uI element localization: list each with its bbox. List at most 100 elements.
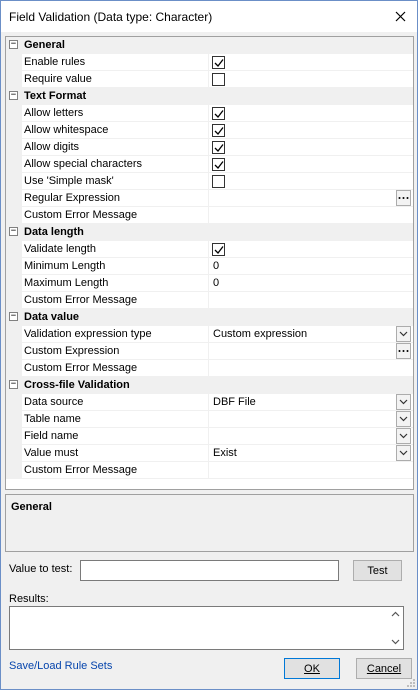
ok-button[interactable]: OK [284, 658, 340, 679]
category-row[interactable]: − General [6, 37, 413, 54]
property-row[interactable]: Custom Expression [6, 343, 413, 360]
property-row[interactable]: Allow letters [6, 105, 413, 122]
property-value-cell[interactable] [208, 71, 413, 88]
chevron-down-icon [399, 399, 408, 405]
dropdown-button[interactable] [396, 326, 411, 342]
property-value-cell[interactable] [208, 411, 413, 428]
close-button[interactable] [383, 1, 417, 32]
chevron-down-icon [399, 331, 408, 337]
row-gutter [6, 139, 22, 156]
property-row[interactable]: Validate length [6, 241, 413, 258]
property-checkbox[interactable] [212, 158, 225, 171]
property-value-cell[interactable] [208, 54, 413, 71]
ellipsis-button[interactable] [396, 190, 411, 206]
property-value-cell[interactable] [208, 190, 413, 207]
property-value-cell[interactable] [208, 462, 413, 479]
property-row[interactable]: Table name [6, 411, 413, 428]
property-row[interactable]: Regular Expression [6, 190, 413, 207]
ok-label: OK [304, 662, 320, 675]
value-to-test-input[interactable] [80, 560, 339, 581]
property-value-cell[interactable] [208, 428, 413, 445]
property-value-cell[interactable] [208, 156, 413, 173]
chevron-down-icon [391, 639, 400, 645]
test-button[interactable]: Test [353, 560, 402, 581]
property-row[interactable]: Custom Error Message [6, 207, 413, 224]
property-row[interactable]: Enable rules [6, 54, 413, 71]
property-row[interactable]: Allow whitespace [6, 122, 413, 139]
property-value-cell[interactable]: DBF File [208, 394, 413, 411]
property-grid[interactable]: − General Enable rules Require value − Text F… [5, 36, 414, 490]
property-row[interactable]: Use 'Simple mask' [6, 173, 413, 190]
property-row[interactable]: Custom Error Message [6, 360, 413, 377]
save-load-rule-sets-link[interactable]: Save/Load Rule Sets [9, 660, 112, 672]
property-row[interactable]: Custom Error Message [6, 462, 413, 479]
property-checkbox[interactable] [212, 107, 225, 120]
property-row[interactable]: Require value [6, 71, 413, 88]
row-gutter [6, 394, 22, 411]
collapse-icon[interactable]: − [9, 227, 18, 236]
collapse-icon[interactable]: − [9, 312, 18, 321]
property-value-cell[interactable] [208, 292, 413, 309]
dropdown-button[interactable] [396, 411, 411, 427]
scroll-up-button[interactable] [390, 609, 401, 619]
property-value-cell[interactable] [208, 139, 413, 156]
property-row[interactable]: Allow special characters [6, 156, 413, 173]
property-row[interactable]: Minimum Length 0 [6, 258, 413, 275]
dropdown-button[interactable] [396, 445, 411, 461]
property-name: Allow letters [24, 107, 84, 119]
ellipsis-button[interactable] [396, 343, 411, 359]
row-gutter [6, 326, 22, 343]
scroll-down-button[interactable] [390, 637, 401, 647]
property-value: 0 [213, 260, 220, 272]
category-row[interactable]: − Cross-file Validation [6, 377, 413, 394]
chevron-down-icon [399, 450, 408, 456]
resize-grip-icon[interactable] [406, 678, 416, 688]
property-row[interactable]: Value must Exist [6, 445, 413, 462]
collapse-icon[interactable]: − [9, 40, 18, 49]
ellipsis-icon [398, 197, 409, 199]
property-value-cell[interactable] [208, 360, 413, 377]
property-checkbox[interactable] [212, 243, 225, 256]
property-value: Custom expression [213, 328, 308, 340]
property-row[interactable]: Maximum Length 0 [6, 275, 413, 292]
property-checkbox[interactable] [212, 124, 225, 137]
property-row[interactable]: Allow digits [6, 139, 413, 156]
property-row[interactable]: Validation expression type Custom express… [6, 326, 413, 343]
dropdown-button[interactable] [396, 428, 411, 444]
property-value-cell[interactable]: Custom expression [208, 326, 413, 343]
property-name: Validation expression type [24, 328, 152, 340]
row-gutter [6, 258, 22, 275]
property-value-cell[interactable] [208, 173, 413, 190]
row-gutter [6, 190, 22, 207]
cancel-button[interactable]: Cancel [356, 658, 412, 679]
property-checkbox[interactable] [212, 73, 225, 86]
property-value-cell[interactable] [208, 122, 413, 139]
property-value-cell[interactable] [208, 207, 413, 224]
category-row[interactable]: − Data length [6, 224, 413, 241]
property-row[interactable]: Custom Error Message [6, 292, 413, 309]
collapse-icon[interactable]: − [9, 91, 18, 100]
property-row[interactable]: Field name [6, 428, 413, 445]
property-checkbox[interactable] [212, 56, 225, 69]
category-row[interactable]: − Data value [6, 309, 413, 326]
property-value: 0 [213, 277, 220, 289]
ellipsis-icon [398, 350, 409, 352]
property-checkbox[interactable] [212, 141, 225, 154]
property-value-cell[interactable] [208, 105, 413, 122]
row-gutter [6, 122, 22, 139]
property-value-cell[interactable]: Exist [208, 445, 413, 462]
row-gutter [6, 462, 22, 479]
category-row[interactable]: − Text Format [6, 88, 413, 105]
collapse-icon[interactable]: − [9, 380, 18, 389]
dropdown-button[interactable] [396, 394, 411, 410]
property-checkbox[interactable] [212, 175, 225, 188]
property-value-cell[interactable]: 0 [208, 275, 413, 292]
row-gutter [6, 275, 22, 292]
category-label: Text Format [24, 90, 87, 102]
property-value-cell[interactable]: 0 [208, 258, 413, 275]
results-box[interactable] [9, 606, 404, 650]
property-value-cell[interactable] [208, 343, 413, 360]
row-gutter [6, 411, 22, 428]
property-value-cell[interactable] [208, 241, 413, 258]
property-row[interactable]: Data source DBF File [6, 394, 413, 411]
